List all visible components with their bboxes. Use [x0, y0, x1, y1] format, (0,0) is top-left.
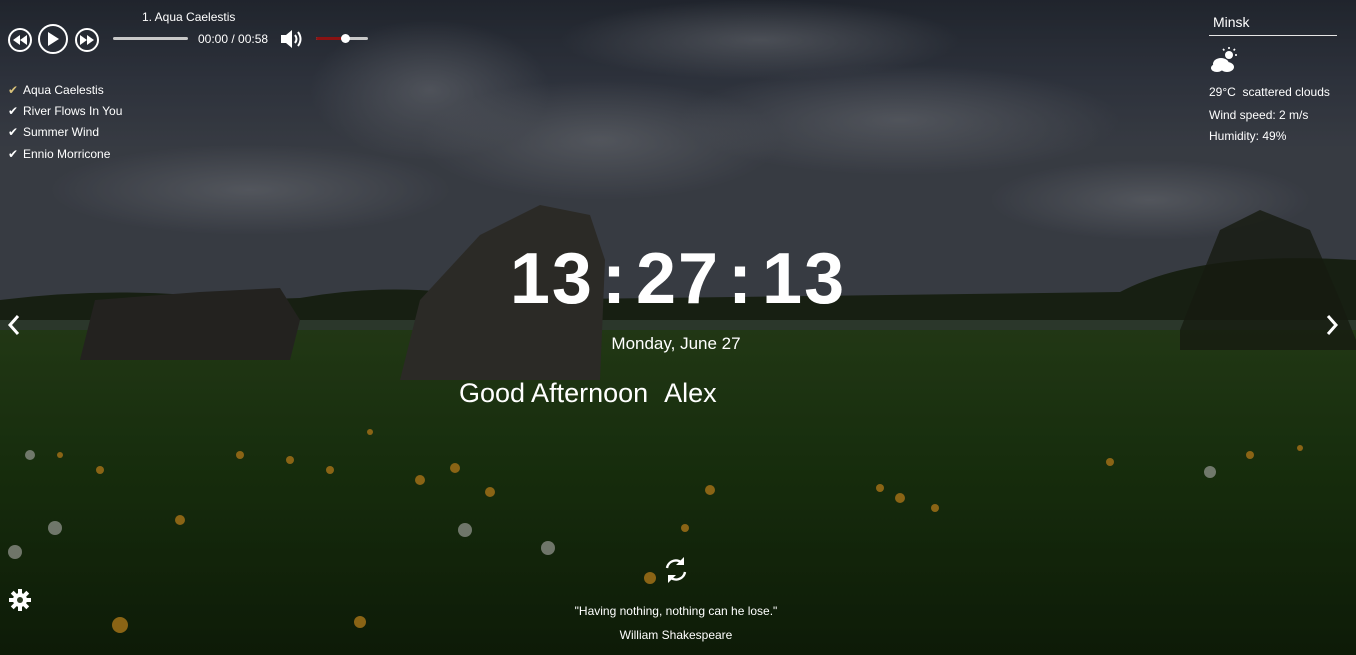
clock-minutes: 27 [635, 239, 721, 319]
partly-cloudy-icon [1211, 47, 1237, 72]
playlist-item[interactable]: ✔ Ennio Morricone [8, 143, 122, 164]
clock: 13:27:13 [0, 238, 1356, 320]
playlist-item-label: Ennio Morricone [23, 146, 111, 161]
progress-bar[interactable] [113, 37, 188, 40]
clock-hours: 13 [509, 239, 594, 319]
playlist: ✔ Aqua Caelestis ✔ River Flows In You ✔ Summe… [8, 79, 122, 164]
check-icon: ✔ [8, 82, 19, 97]
playlist-item[interactable]: ✔ River Flows In You [8, 100, 122, 121]
city-input[interactable]: Minsk [1209, 12, 1337, 36]
quote-text: "Having nothing, nothing can he lose." [574, 604, 778, 618]
clock-separator: : [728, 239, 755, 319]
greeting: Good Afternoon Alex [459, 378, 717, 409]
track-time: 00:00 / 00:58 [198, 32, 269, 46]
playlist-item-label: River Flows In You [23, 103, 123, 118]
volume-icon[interactable] [280, 28, 306, 50]
weather-description: scattered clouds [1242, 85, 1330, 99]
previous-button[interactable] [8, 28, 32, 52]
weather-widget: Minsk 29°C scattered clouds Wind speed: … [1209, 12, 1337, 143]
refresh-icon[interactable] [662, 556, 690, 584]
quote-author: William Shakespeare [619, 628, 733, 642]
temperature: 29°C [1209, 85, 1236, 99]
play-button[interactable] [38, 24, 68, 54]
playlist-item-label: Aqua Caelestis [23, 82, 104, 97]
audio-player: 1. Aqua Caelestis 00:00 / 00:58 [8, 8, 388, 54]
check-icon: ✔ [8, 146, 19, 161]
playlist-item-label: Summer Wind [23, 125, 100, 140]
clock-separator: : [601, 239, 628, 319]
weather-summary: 29°C scattered clouds [1209, 85, 1337, 99]
next-button[interactable] [75, 28, 99, 52]
play-icon [48, 32, 59, 46]
clock-seconds: 13 [762, 239, 847, 319]
playlist-item[interactable]: ✔ Summer Wind [8, 122, 122, 143]
current-track-title: 1. Aqua Caelestis [142, 10, 236, 24]
volume-slider[interactable] [316, 34, 368, 43]
greeting-text: Good Afternoon [459, 378, 649, 408]
next-icon [80, 35, 94, 45]
previous-icon [13, 35, 27, 45]
gear-icon[interactable] [8, 588, 32, 612]
playlist-item[interactable]: ✔ Aqua Caelestis [8, 79, 122, 100]
user-name[interactable]: Alex [664, 378, 717, 408]
wind-speed: Wind speed: 2 m/s [1209, 108, 1309, 122]
check-icon: ✔ [8, 125, 19, 140]
volume-handle[interactable] [340, 34, 350, 43]
date: Monday, June 27 [611, 334, 741, 353]
humidity: Humidity: 49% [1209, 129, 1287, 143]
check-icon: ✔ [8, 103, 19, 118]
